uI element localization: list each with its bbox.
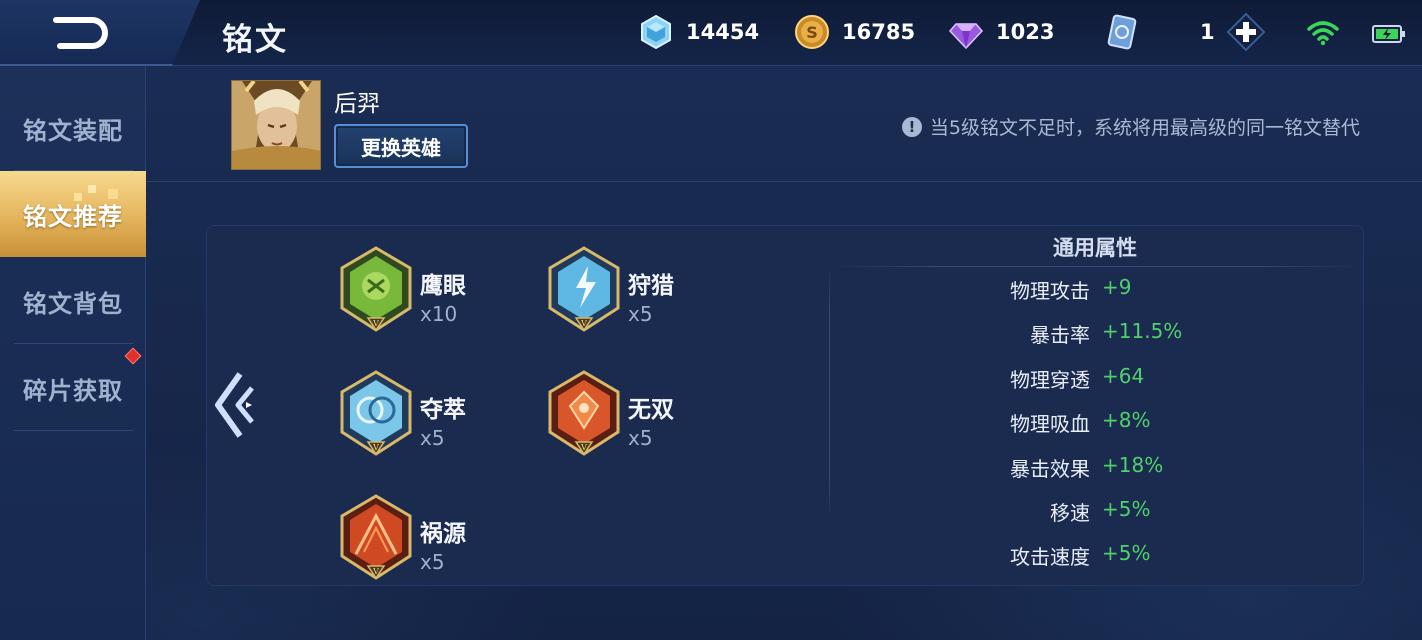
sidebar-item-label: 铭文背包 (23, 289, 123, 318)
attribute-name: 物理穿透 (1010, 368, 1090, 392)
attribute-name: 暴击率 (1030, 323, 1090, 347)
currency-gold: S 16785 (794, 15, 915, 49)
wifi-icon (1307, 21, 1339, 46)
attribute-value: +11.5% (1102, 319, 1183, 343)
currency-diamond-coupon: 14454 (638, 14, 760, 50)
rune-item[interactable]: V 鹰眼 x10 (338, 246, 538, 338)
attribute-value: +5% (1102, 497, 1151, 521)
rune-name: 夺萃 (420, 397, 466, 423)
sidebar-item-label: 碎片获取 (23, 376, 123, 405)
change-hero-button[interactable]: 更换英雄 (334, 124, 468, 168)
rune-green-emblem-icon: V (340, 246, 412, 332)
panel-divider (829, 268, 830, 518)
rune-item[interactable]: V 祸源 x5 (338, 494, 538, 586)
svg-text:S: S (806, 23, 818, 42)
svg-text:V: V (580, 443, 587, 452)
crystal-icon (641, 14, 671, 50)
rune-item[interactable]: V 狩猎 x5 (546, 246, 746, 338)
rune-red-emblem-icon: V (548, 370, 620, 456)
sidebar-item-rune-bag[interactable]: 铭文背包 (0, 258, 146, 344)
rune-count: x10 (420, 302, 458, 326)
rune-count: x5 (628, 426, 653, 450)
attribute-value: +64 (1102, 364, 1145, 388)
attribute-value: +5% (1102, 541, 1151, 565)
gold-count: 16785 (842, 20, 916, 44)
rune-blue-emblem-icon: V (548, 246, 620, 332)
attribute-name: 暴击效果 (1010, 457, 1090, 481)
sidebar-item-label: 铭文推荐 (23, 202, 123, 231)
currency-gem: 1023 (948, 15, 1055, 50)
svg-text:V: V (372, 567, 379, 576)
rune-screen: 铭文 14454 S 16785 1023 1 铭文装配 铭文推荐 铭文背包 碎… (0, 0, 1422, 640)
svg-text:V: V (372, 443, 379, 452)
rune-blue-emblem-icon: V (340, 370, 412, 456)
sidebar-item-label: 铭文装配 (23, 116, 123, 145)
attributes-title: 通用属性 (1053, 236, 1137, 260)
back-icon[interactable] (50, 14, 114, 52)
hero-avatar-icon (232, 81, 320, 169)
currency-card: 1 (1104, 14, 1215, 50)
attribute-name: 物理攻击 (1010, 279, 1090, 303)
attribute-row: 移速 +5% (880, 497, 1340, 527)
attribute-value: +8% (1102, 408, 1151, 432)
attribute-row: 攻击速度 +5% (880, 541, 1340, 571)
rune-name: 祸源 (420, 521, 466, 547)
arrow-left-icon[interactable] (212, 370, 264, 440)
attribute-row: 物理穿透 +64 (880, 364, 1340, 394)
hero-name: 后羿 (334, 91, 380, 117)
sidebar-item-fragment-obtain[interactable]: 碎片获取 (0, 345, 146, 431)
rune-name: 无双 (628, 397, 674, 423)
rune-name: 鹰眼 (420, 273, 466, 299)
info-icon: ! (901, 116, 922, 137)
attribute-value: +18% (1102, 453, 1164, 477)
attribute-name: 移速 (1050, 501, 1090, 525)
attribute-row: 暴击效果 +18% (880, 453, 1340, 483)
attributes-title-divider (830, 266, 1364, 267)
battery-icon (1372, 25, 1405, 43)
gem-icon (948, 23, 984, 50)
svg-text:V: V (580, 319, 587, 328)
attribute-name: 攻击速度 (1010, 545, 1090, 569)
notice-text: 当5级铭文不足时，系统将用最高级的同一铭文替代 (929, 117, 1360, 139)
sidebar: 铭文装配 铭文推荐 铭文背包 碎片获取 (0, 67, 146, 640)
card-count: 1 (1200, 20, 1215, 44)
svg-text:V: V (372, 319, 379, 328)
rune-item[interactable]: V 无双 x5 (546, 370, 746, 462)
sidebar-item-rune-recommend[interactable]: 铭文推荐 (0, 171, 146, 257)
gem-count: 1023 (996, 20, 1055, 44)
rune-item[interactable]: V 夺萃 x5 (338, 370, 538, 462)
rune-name: 狩猎 (628, 273, 674, 299)
sidebar-divider (14, 343, 134, 344)
attribute-row: 暴击率 +11.5% (880, 319, 1340, 349)
attribute-row: 物理吸血 +8% (880, 408, 1340, 438)
top-bar: 铭文 14454 S 16785 1023 1 (0, 0, 1422, 66)
sidebar-item-rune-equip[interactable]: 铭文装配 (0, 85, 146, 171)
gold-coin-icon: S (795, 15, 829, 49)
rune-count: x5 (628, 302, 653, 326)
rune-count: x5 (420, 426, 445, 450)
hero-portrait[interactable] (231, 80, 321, 170)
notice: ! 当5级铭文不足时，系统将用最高级的同一铭文替代 (901, 113, 1360, 140)
header-divider (146, 181, 1422, 182)
rune-count: x5 (420, 550, 445, 574)
sidebar-divider (14, 430, 134, 431)
attribute-row: 物理攻击 +9 (880, 275, 1340, 305)
rune-red-emblem-icon: V (340, 494, 412, 580)
card-icon (1107, 14, 1137, 50)
page-title: 铭文 (222, 22, 288, 58)
attribute-value: +9 (1102, 275, 1132, 299)
crystal-count: 14454 (686, 20, 760, 44)
add-icon[interactable] (1226, 12, 1266, 52)
attribute-name: 物理吸血 (1010, 412, 1090, 436)
